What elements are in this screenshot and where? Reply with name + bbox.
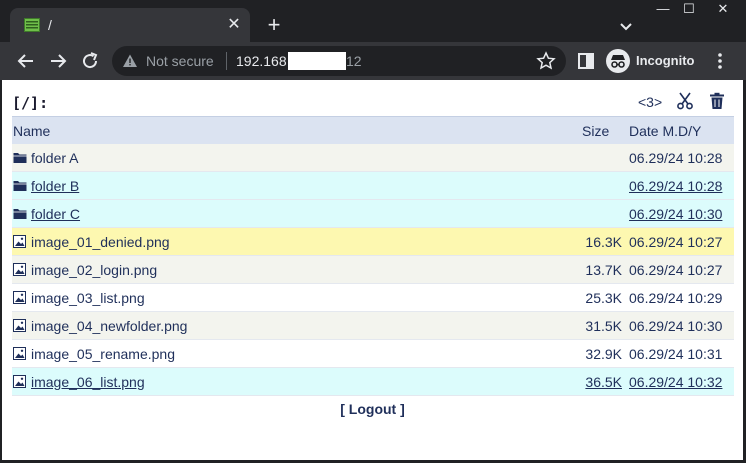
tab-strip: / ✕ + — ☐ ✕: [0, 0, 746, 42]
url-text-suffix[interactable]: 12: [346, 53, 362, 69]
file-row[interactable]: image_05_rename.png 32.9K 06.29/24 10:31: [12, 340, 734, 368]
forward-arrow-icon[interactable]: [46, 49, 70, 73]
active-tab[interactable]: / ✕: [10, 8, 250, 42]
entry-name-link[interactable]: image_01_denied.png: [31, 234, 170, 250]
entry-name-link[interactable]: image_04_newfolder.png: [31, 318, 187, 334]
file-row[interactable]: image_06_list.png 36.5K 06.29/24 10:32: [12, 368, 734, 396]
entry-name-link[interactable]: folder A: [31, 150, 78, 166]
entry-name-link[interactable]: image_06_list.png: [31, 374, 145, 390]
page-count-link[interactable]: <3>: [638, 94, 662, 110]
bookmark-star-icon[interactable]: [536, 51, 556, 71]
close-window-button[interactable]: ✕: [706, 0, 740, 18]
image-file-icon: [13, 235, 27, 248]
folder-icon: [13, 179, 27, 192]
entry-date: 06.29/24 10:28: [629, 150, 723, 166]
page-content: [/]: <3> Name Size Date M.D/Y folder A 06…: [2, 80, 743, 460]
tab-title: /: [48, 17, 52, 33]
logout-container: [ Logout ]: [2, 401, 743, 417]
folder-icon: [13, 151, 27, 164]
favicon-icon: [24, 18, 40, 32]
browser-window: / ✕ + — ☐ ✕ Not secure 192.168 12 Incogn…: [0, 0, 746, 463]
entry-date: 06.29/24 10:30: [629, 206, 723, 222]
incognito-badge[interactable]: Incognito: [606, 48, 700, 74]
image-file-icon: [13, 319, 27, 332]
browser-toolbar: Not secure 192.168 12 Incognito: [0, 42, 746, 80]
side-panel-icon[interactable]: [574, 49, 598, 73]
file-row[interactable]: image_03_list.png 25.3K 06.29/24 10:29: [12, 284, 734, 312]
reload-icon[interactable]: [78, 49, 102, 73]
warning-icon[interactable]: [122, 53, 138, 69]
url-text[interactable]: 192.168: [236, 53, 287, 69]
entry-name-link[interactable]: image_03_list.png: [31, 290, 145, 306]
image-file-icon: [13, 263, 27, 276]
entry-name-link[interactable]: image_02_login.png: [31, 262, 157, 278]
omnibox-divider: [226, 52, 227, 70]
security-status-text[interactable]: Not secure: [146, 53, 214, 69]
image-file-icon: [13, 291, 27, 304]
date-column-header[interactable]: Date M.D/Y: [629, 123, 701, 139]
entry-date: 06.29/24 10:27: [629, 262, 723, 278]
logout-link[interactable]: [ Logout ]: [340, 401, 405, 417]
entry-date: 06.29/24 10:31: [629, 346, 723, 362]
incognito-icon: [606, 49, 630, 73]
entry-date: 06.29/24 10:28: [629, 178, 723, 194]
entry-size: 32.9K: [585, 346, 622, 362]
entry-name-link[interactable]: image_05_rename.png: [31, 346, 175, 362]
name-column-header[interactable]: Name: [13, 123, 50, 139]
entry-date: 06.29/24 10:27: [629, 234, 723, 250]
entry-size: 13.7K: [585, 262, 622, 278]
image-file-icon: [13, 347, 27, 360]
address-bar[interactable]: Not secure 192.168 12: [112, 46, 566, 76]
file-row[interactable]: image_02_login.png 13.7K 06.29/24 10:27: [12, 256, 734, 284]
back-arrow-icon[interactable]: [14, 49, 38, 73]
entry-size: 36.5K: [585, 374, 622, 390]
entry-size: 16.3K: [585, 234, 622, 250]
scissors-icon[interactable]: [676, 92, 694, 110]
entry-name-link[interactable]: folder B: [31, 178, 79, 194]
file-listing: Name Size Date M.D/Y folder A 06.29/24 10…: [12, 116, 734, 396]
entry-name-link[interactable]: folder C: [31, 206, 80, 222]
image-file-icon: [13, 375, 27, 388]
entry-date: 06.29/24 10:32: [629, 374, 723, 390]
minimize-button[interactable]: —: [650, 0, 676, 18]
entry-date: 06.29/24 10:29: [629, 290, 723, 306]
tab-close-icon[interactable]: ✕: [224, 15, 244, 35]
tab-search-icon[interactable]: [614, 14, 638, 38]
file-row[interactable]: image_01_denied.png 16.3K 06.29/24 10:27: [12, 228, 734, 256]
incognito-label: Incognito: [636, 53, 695, 68]
size-column-header[interactable]: Size: [582, 123, 609, 139]
trash-icon[interactable]: [708, 92, 726, 110]
folder-row[interactable]: folder C 06.29/24 10:30: [12, 200, 734, 228]
maximize-button[interactable]: ☐: [676, 0, 702, 18]
file-row[interactable]: image_04_newfolder.png 31.5K 06.29/24 10:3…: [12, 312, 734, 340]
entry-date: 06.29/24 10:30: [629, 318, 723, 334]
more-menu-icon[interactable]: [712, 49, 728, 73]
url-redaction: [288, 52, 346, 70]
new-tab-button[interactable]: +: [262, 14, 286, 38]
folder-row[interactable]: folder B 06.29/24 10:28: [12, 172, 734, 200]
folder-row[interactable]: folder A 06.29/24 10:28: [12, 144, 734, 172]
entry-size: 31.5K: [585, 318, 622, 334]
listing-header: Name Size Date M.D/Y: [12, 116, 734, 144]
current-path: [/]:: [12, 94, 49, 112]
folder-icon: [13, 207, 27, 220]
entry-size: 25.3K: [585, 290, 622, 306]
